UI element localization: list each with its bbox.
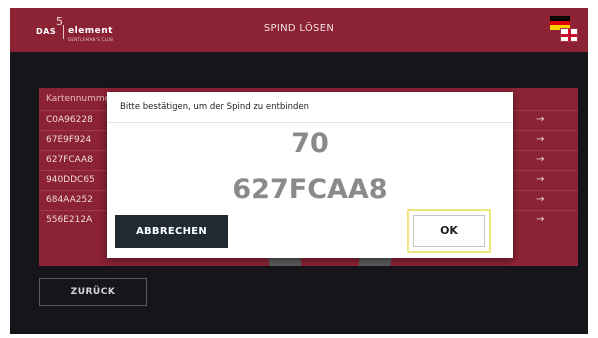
english-flag-icon [560, 28, 578, 42]
locker-number: 70 [291, 128, 329, 159]
confirm-dialog: Bitte bestätigen, um der Spind zu entbin… [107, 92, 513, 258]
arrow-right-icon[interactable]: → [536, 194, 544, 205]
page-title: SPIND LÖSEN [263, 23, 335, 34]
dialog-message: Bitte bestätigen, um der Spind zu entbin… [120, 102, 309, 112]
card-code: 940DDC65 [46, 175, 95, 185]
logo-tagline: GENTLEMAN'S CLUB [68, 37, 114, 42]
back-button[interactable]: ZURÜCK [39, 278, 147, 306]
card-number: 627FCAA8 [232, 174, 388, 205]
card-code: 684AA252 [46, 195, 93, 205]
card-code: 627FCAA8 [46, 155, 93, 165]
dialog-divider [107, 122, 513, 123]
arrow-right-icon[interactable]: → [536, 154, 544, 165]
arrow-right-icon[interactable]: → [536, 174, 544, 185]
arrow-right-icon[interactable]: → [536, 114, 544, 125]
arrow-right-icon[interactable]: → [536, 134, 544, 145]
card-code: 67E9F924 [46, 135, 92, 145]
ok-button[interactable]: OK [413, 215, 485, 247]
top-bar: 5 DAS element GENTLEMAN'S CLUB SPIND LÖS… [10, 8, 588, 52]
card-code: C0A96228 [46, 115, 93, 125]
cancel-button[interactable]: ABBRECHEN [115, 215, 228, 248]
language-flag-icon[interactable] [550, 16, 580, 44]
app-screen: 5 DAS element GENTLEMAN'S CLUB SPIND LÖS… [10, 8, 588, 334]
pager-prev-button[interactable] [269, 258, 301, 266]
arrow-right-icon[interactable]: → [536, 214, 544, 225]
ok-button-focus-ring[interactable]: OK [407, 209, 491, 253]
pager-next-button[interactable] [359, 258, 391, 266]
card-code: 556E212A [46, 215, 93, 225]
column-header-card-number: Kartennumme [46, 94, 111, 104]
